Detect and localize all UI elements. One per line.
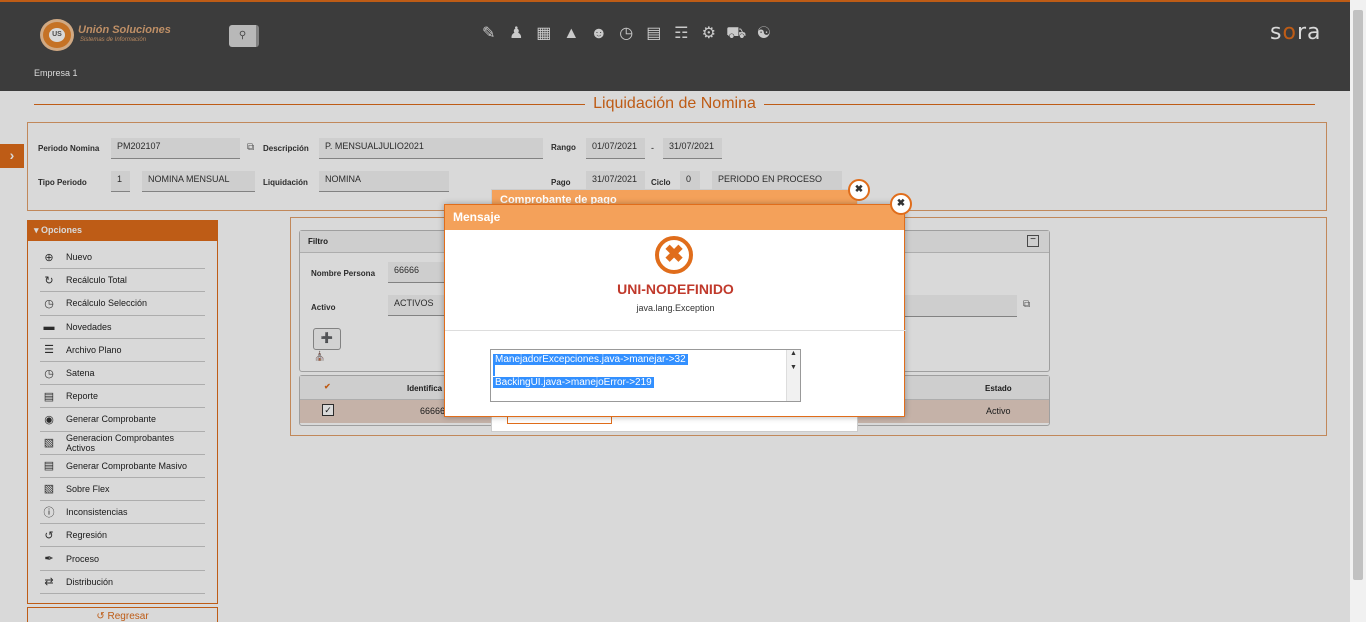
close-icon: ✖ bbox=[854, 184, 864, 195]
page-scrollbar[interactable] bbox=[1350, 0, 1366, 622]
error-line: ManejadorExcepciones.java->manejar->32 bbox=[493, 354, 688, 365]
error-dialog: Mensaje ✖ UNI-NODEFINIDO java.lang.Excep… bbox=[444, 204, 906, 417]
error-detail-textarea[interactable]: ManejadorExcepciones.java->manejar->32 B… bbox=[490, 349, 801, 402]
close-comprobante-button[interactable]: ✖ bbox=[848, 179, 870, 201]
error-title: UNI-NODEFINIDO bbox=[617, 281, 734, 297]
textarea-scrollbar[interactable]: ▲ ▼ bbox=[786, 350, 800, 401]
error-dialog-title: Mensaje bbox=[445, 205, 904, 230]
close-error-button[interactable]: ✖ bbox=[890, 193, 912, 215]
error-line: BackingUI.java->manejoError->219 bbox=[493, 377, 654, 388]
error-circle-icon: ✖ bbox=[655, 236, 693, 274]
scroll-thumb[interactable] bbox=[1353, 10, 1363, 580]
close-icon: ✖ bbox=[896, 198, 906, 209]
error-subtitle: java.lang.Exception bbox=[636, 303, 715, 313]
